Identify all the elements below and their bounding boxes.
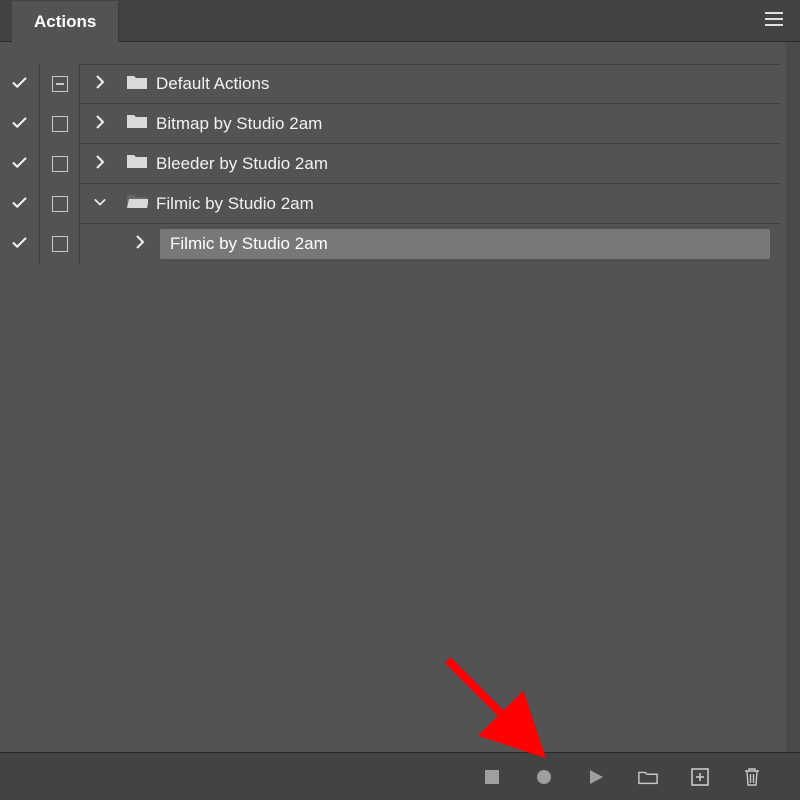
trash-icon <box>743 767 761 787</box>
disclosure-toggle[interactable] <box>120 224 160 264</box>
toggle-checkbox[interactable] <box>0 104 40 144</box>
plus-square-icon <box>691 768 709 786</box>
play-icon <box>588 769 604 785</box>
dialog-toggle[interactable] <box>40 64 80 104</box>
actions-list: Default Actions Bitmap by Studio 2am <box>0 42 800 264</box>
action-set-label: Bleeder by Studio 2am <box>156 154 328 174</box>
new-action-button[interactable] <box>684 761 716 793</box>
action-set-label: Default Actions <box>156 74 269 94</box>
chevron-down-icon <box>94 194 106 214</box>
folder-open-icon <box>126 193 148 214</box>
dialog-toggle[interactable] <box>40 104 80 144</box>
checkmark-icon <box>11 194 28 214</box>
panel-menu-button[interactable] <box>758 0 790 42</box>
action-set-row[interactable]: Filmic by Studio 2am <box>0 184 800 224</box>
chevron-right-icon <box>94 154 106 174</box>
folder-closed-icon <box>126 153 148 174</box>
checkmark-icon <box>11 114 28 134</box>
folder-indicator <box>120 144 154 184</box>
folder-indicator <box>120 64 154 104</box>
delete-button[interactable] <box>736 761 768 793</box>
toggle-checkbox[interactable] <box>0 184 40 224</box>
toggle-checkbox[interactable] <box>0 144 40 184</box>
record-icon <box>536 769 552 785</box>
action-row[interactable]: Filmic by Studio 2am <box>0 224 800 264</box>
checkmark-icon <box>11 154 28 174</box>
action-set-label: Bitmap by Studio 2am <box>156 114 322 134</box>
action-label: Filmic by Studio 2am <box>170 234 328 254</box>
chevron-right-icon <box>94 74 106 94</box>
action-set-label: Filmic by Studio 2am <box>156 194 314 214</box>
disclosure-toggle[interactable] <box>80 144 120 184</box>
checkmark-icon <box>11 234 28 254</box>
panel-footer <box>0 752 800 800</box>
chevron-right-icon <box>94 114 106 134</box>
record-button[interactable] <box>528 761 560 793</box>
new-set-button[interactable] <box>632 761 664 793</box>
stop-icon <box>485 770 499 784</box>
panel-tabbar: Actions <box>0 0 800 42</box>
dialog-icon <box>52 76 68 92</box>
dialog-icon <box>52 196 68 212</box>
action-set-row[interactable]: Bleeder by Studio 2am <box>0 144 800 184</box>
dialog-icon <box>52 236 68 252</box>
play-button[interactable] <box>580 761 612 793</box>
toggle-checkbox[interactable] <box>0 64 40 104</box>
disclosure-toggle[interactable] <box>80 64 120 104</box>
action-set-row[interactable]: Bitmap by Studio 2am <box>0 104 800 144</box>
checkmark-icon <box>11 74 28 94</box>
folder-closed-icon <box>126 113 148 134</box>
chevron-right-icon <box>134 234 146 254</box>
dialog-icon <box>52 156 68 172</box>
folder-indicator <box>120 104 154 144</box>
tab-label: Actions <box>34 12 96 32</box>
folder-icon <box>638 769 658 785</box>
scrollbar[interactable] <box>786 42 800 752</box>
toggle-checkbox[interactable] <box>0 224 40 264</box>
disclosure-toggle[interactable] <box>80 104 120 144</box>
indent-spacer <box>80 224 120 264</box>
dialog-toggle[interactable] <box>40 144 80 184</box>
disclosure-toggle[interactable] <box>80 184 120 224</box>
dialog-toggle[interactable] <box>40 224 80 264</box>
stop-button[interactable] <box>476 761 508 793</box>
tab-actions[interactable]: Actions <box>12 1 119 42</box>
action-label-selected: Filmic by Studio 2am <box>160 229 770 259</box>
dialog-icon <box>52 116 68 132</box>
hamburger-icon <box>765 12 783 31</box>
action-set-row[interactable]: Default Actions <box>0 64 800 104</box>
folder-closed-icon <box>126 74 148 95</box>
dialog-toggle[interactable] <box>40 184 80 224</box>
folder-indicator <box>120 184 154 224</box>
